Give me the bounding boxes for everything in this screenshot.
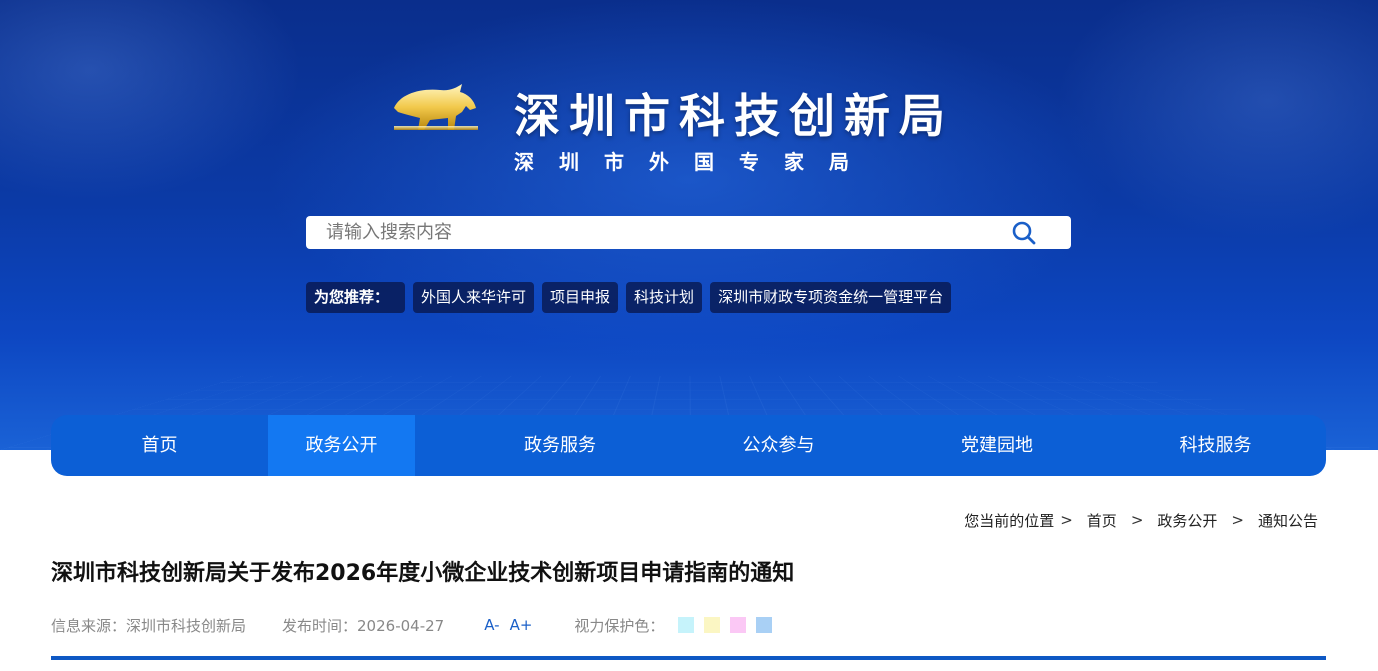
eye-care-swatch-yellow[interactable] (704, 617, 721, 633)
article-publish-time: 发布时间：2026-04-27 (282, 616, 445, 635)
recommend-link[interactable]: 科技计划 (626, 282, 703, 313)
org-sub-name: 深圳市外国专家局 (514, 150, 874, 174)
search-input[interactable] (306, 216, 1006, 249)
breadcrumb-home[interactable]: 首页 (1087, 510, 1117, 531)
breadcrumb-notices[interactable]: 通知公告 (1258, 510, 1318, 531)
content-divider (51, 656, 1326, 660)
breadcrumb-separator: > (1231, 511, 1244, 529)
search-bar (306, 216, 1071, 249)
article-title: 深圳市科技创新局关于发布2026年度小微企业技术创新项目申请指南的通知 (51, 561, 795, 586)
org-name: 深圳市科技创新局 (514, 89, 954, 143)
font-decrease-button[interactable]: A- (484, 616, 499, 634)
eye-care-swatch-blue[interactable] (756, 617, 773, 633)
golden-bull-icon (394, 84, 478, 130)
breadcrumb-prefix: 您当前的位置 (964, 511, 1055, 530)
article-source: 信息来源：深圳市科技创新局 (51, 616, 247, 635)
nav-item-party-building[interactable]: 党建园地 (852, 415, 1142, 476)
breadcrumb: 您当前的位置 > 首页 > 政务公开 > 通知公告 (964, 510, 1318, 530)
main-nav: 首页 政务公开 政务服务 公众参与 党建园地 科技服务 (51, 415, 1326, 476)
breadcrumb-separator: > (1060, 511, 1073, 529)
eye-care-swatch-cyan[interactable] (678, 617, 695, 633)
article-meta: 信息来源：深圳市科技创新局 发布时间：2026-04-27 A- A+ 视力保护… (51, 614, 773, 636)
site-logo[interactable]: 深圳市科技创新局 深圳市外国专家局 (390, 78, 990, 178)
eye-care-label: 视力保护色： (574, 616, 665, 635)
nav-item-tech-services[interactable]: 科技服务 (1142, 415, 1289, 476)
recommend-link[interactable]: 深圳市财政专项资金统一管理平台 (710, 282, 952, 313)
recommend-label: 为您推荐： (306, 282, 406, 313)
nav-item-gov-services[interactable]: 政务服务 (415, 415, 705, 476)
breadcrumb-separator: > (1130, 511, 1144, 529)
recommend-bar: 为您推荐： 外国人来华许可 项目申报 科技计划 深圳市财政专项资金统一管理平台 (306, 282, 952, 313)
recommend-link[interactable]: 项目申报 (542, 282, 619, 313)
search-icon[interactable] (1011, 221, 1037, 245)
breadcrumb-gov-affairs-open[interactable]: 政务公开 (1157, 510, 1217, 531)
recommend-link[interactable]: 外国人来华许可 (413, 282, 535, 313)
nav-item-home[interactable]: 首页 (51, 415, 268, 476)
nav-item-gov-affairs-open[interactable]: 政务公开 (268, 415, 415, 476)
font-increase-button[interactable]: A+ (510, 616, 533, 634)
eye-care-swatch-pink[interactable] (730, 617, 747, 633)
nav-item-public-participation[interactable]: 公众参与 (705, 415, 852, 476)
